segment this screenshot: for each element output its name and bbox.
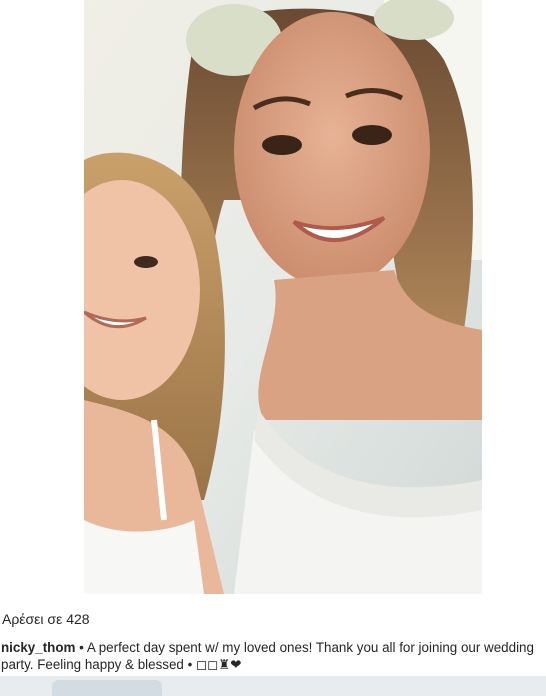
caption-emoji: ◻◻♜❤ (196, 657, 242, 672)
cropped-element (52, 680, 162, 696)
likes-count[interactable]: Αρέσει σε 428 (2, 611, 90, 627)
cropped-next-content (0, 676, 546, 696)
post-caption: nicky_thom • A perfect day spent w/ my l… (1, 639, 545, 673)
caption-text: • A perfect day spent w/ my loved ones! … (1, 640, 534, 672)
post-photo[interactable] (84, 0, 482, 594)
username-link[interactable]: nicky_thom (1, 640, 75, 655)
